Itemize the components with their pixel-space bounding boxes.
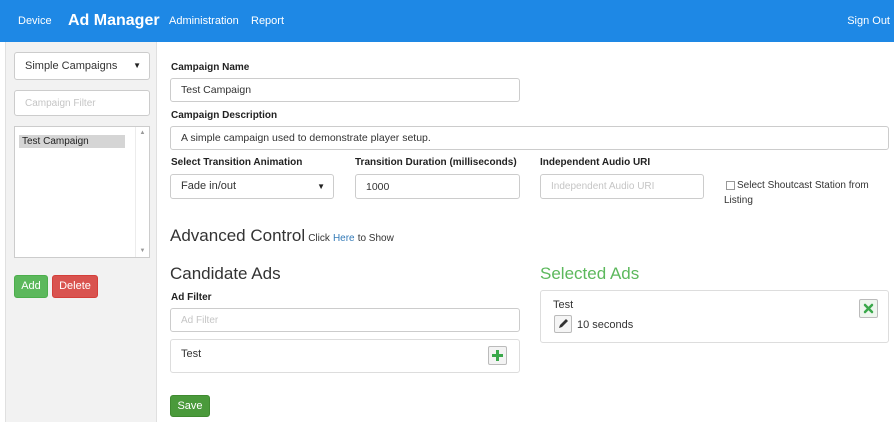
campaign-description-input[interactable] xyxy=(170,126,889,150)
plus-icon xyxy=(492,350,503,361)
advanced-control-title: Advanced Control xyxy=(170,226,306,245)
shoutcast-checkbox-label[interactable]: Select Shoutcast Station from Listing xyxy=(724,178,888,208)
candidate-ad-item: Test xyxy=(170,339,520,373)
campaign-type-value: Simple Campaigns xyxy=(25,60,118,72)
campaign-filter-input[interactable] xyxy=(14,90,150,116)
campaign-type-select[interactable]: Simple Campaigns ▼ xyxy=(14,52,150,80)
candidate-ads-title: Candidate Ads xyxy=(170,264,281,283)
transition-animation-value: Fade in/out xyxy=(181,180,237,192)
transition-duration-label: Transition Duration (milliseconds) xyxy=(355,157,517,168)
scroll-up-icon[interactable]: ▲ xyxy=(136,130,149,136)
campaign-description-label: Campaign Description xyxy=(171,110,278,121)
edit-duration-button[interactable] xyxy=(554,315,572,333)
campaign-name-label: Campaign Name xyxy=(171,62,250,73)
selected-ad-name: Test xyxy=(553,299,574,311)
scroll-down-icon[interactable]: ▼ xyxy=(136,248,149,254)
advanced-to-show-text: to Show xyxy=(357,233,394,244)
ad-filter-label: Ad Filter xyxy=(171,292,212,303)
nav-device[interactable]: Device xyxy=(18,0,52,42)
remove-ad-button[interactable] xyxy=(859,299,878,318)
dropdown-arrow-icon: ▼ xyxy=(317,182,325,191)
independent-audio-label: Independent Audio URI xyxy=(540,157,651,168)
campaign-name-input[interactable] xyxy=(170,78,520,102)
transition-animation-select[interactable]: Fade in/out ▼ xyxy=(170,174,334,199)
delete-campaign-button[interactable]: Delete xyxy=(52,275,98,298)
selected-ad-duration: 10 seconds xyxy=(577,319,634,331)
nav-administration[interactable]: Administration xyxy=(169,0,239,42)
close-icon xyxy=(863,303,874,314)
independent-audio-input[interactable] xyxy=(540,174,704,199)
top-navbar: Device Ad Manager Administration Report … xyxy=(0,0,894,42)
selected-ad-item: Test 10 seconds xyxy=(540,290,889,343)
save-button[interactable]: Save xyxy=(170,395,210,417)
nav-brand-ad-manager[interactable]: Ad Manager xyxy=(68,0,160,42)
sidebar: Simple Campaigns ▼ Test Campaign ▲ ▼ Add… xyxy=(5,42,157,422)
pencil-icon xyxy=(559,319,568,328)
campaign-listbox[interactable]: Test Campaign ▲ ▼ xyxy=(14,126,150,258)
selected-ads-title: Selected Ads xyxy=(540,264,640,283)
dropdown-arrow-icon: ▼ xyxy=(133,61,141,70)
campaign-list-item[interactable]: Test Campaign xyxy=(19,135,125,148)
listbox-scrollbar[interactable]: ▲ ▼ xyxy=(135,127,149,257)
add-campaign-button[interactable]: Add xyxy=(14,275,48,298)
advanced-click-text: Click xyxy=(308,233,330,244)
transition-duration-input[interactable] xyxy=(355,174,520,199)
nav-sign-out[interactable]: Sign Out xyxy=(847,0,890,42)
ad-filter-input[interactable] xyxy=(170,308,520,332)
transition-animation-label: Select Transition Animation xyxy=(171,157,303,168)
add-ad-button[interactable] xyxy=(488,346,507,365)
nav-report[interactable]: Report xyxy=(251,0,284,42)
advanced-here-link[interactable]: Here xyxy=(333,233,355,244)
candidate-ad-name: Test xyxy=(181,348,202,360)
advanced-control-row: Advanced Control Click Here to Show xyxy=(170,226,394,246)
